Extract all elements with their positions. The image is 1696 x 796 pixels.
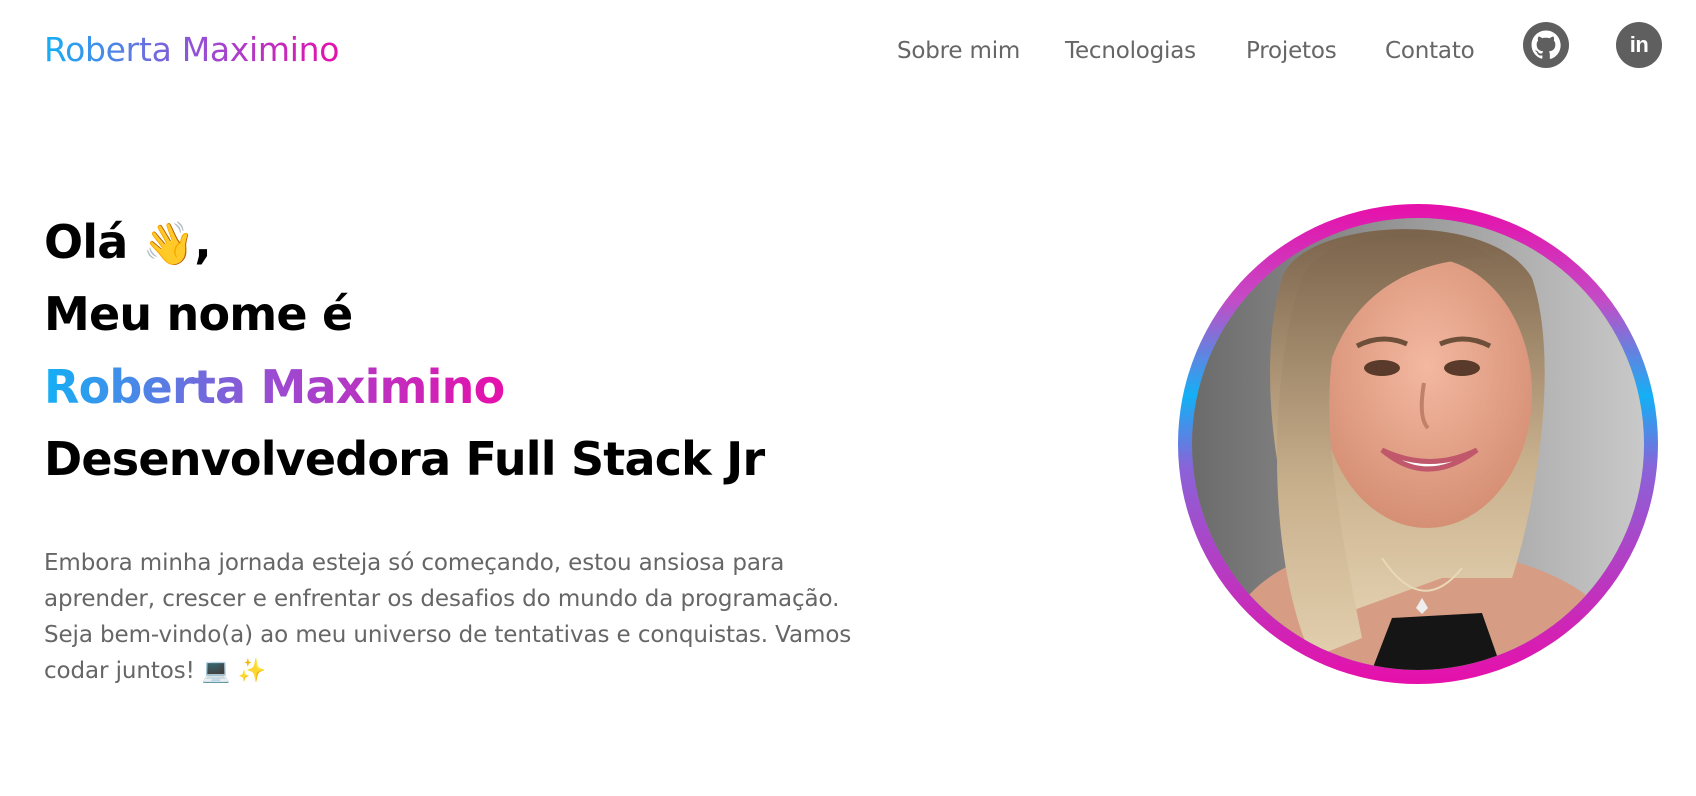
profile-photo-frame [1178, 204, 1658, 684]
greeting-text: Olá [44, 215, 128, 269]
linkedin-icon: in [1629, 32, 1649, 57]
main-nav: Sobre mim Tecnologias Projetos Contato [0, 33, 1696, 69]
hero-name: Roberta Maximino [44, 355, 505, 419]
greeting-comma: , [194, 215, 211, 269]
nav-link-tecnologias[interactable]: Tecnologias [1065, 33, 1196, 69]
nav-link-contato[interactable]: Contato [1385, 33, 1475, 69]
github-icon [1529, 28, 1563, 62]
linkedin-link[interactable]: in [1616, 22, 1662, 68]
hero-line-intro: Meu nome é [44, 287, 353, 341]
header: Roberta Maximino Sobre mim Tecnologias P… [0, 0, 1696, 100]
hero-role: Desenvolvedora Full Stack Jr [44, 432, 765, 486]
hero-description: Embora minha jornada esteja só começando… [44, 550, 852, 684]
hero-greeting: Olá 👋, [44, 210, 212, 276]
profile-photo [1192, 218, 1644, 670]
waving-hand-icon: 👋 [142, 219, 195, 268]
nav-link-sobre-mim[interactable]: Sobre mim [897, 33, 1020, 69]
github-link[interactable] [1523, 22, 1569, 68]
nav-link-projetos[interactable]: Projetos [1246, 33, 1337, 69]
